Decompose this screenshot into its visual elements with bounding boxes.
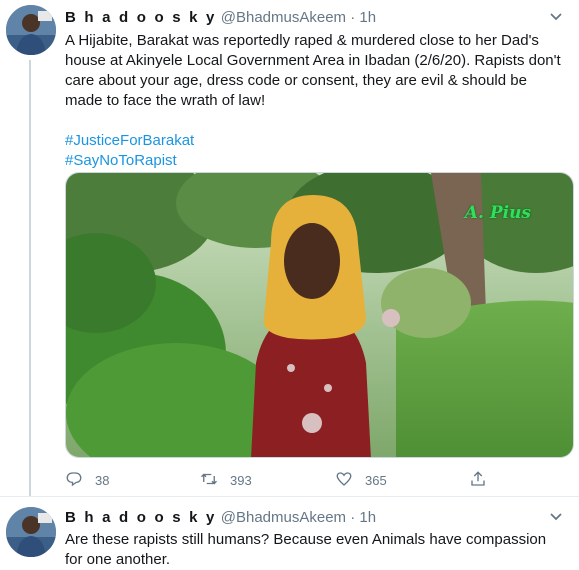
retweet-count: 393 — [230, 472, 252, 488]
user-handle[interactable]: @BhadmusAkeem — [221, 509, 346, 526]
share-button[interactable] — [469, 470, 487, 491]
chevron-down-icon[interactable] — [549, 10, 563, 25]
tweet-1[interactable]: B h a d o o s k y @BhadmusAkeem · 1h A H… — [0, 0, 579, 497]
timestamp[interactable]: 1h — [359, 9, 376, 26]
reply-button[interactable]: 38 — [65, 470, 200, 491]
tweet-header: B h a d o o s k y @BhadmusAkeem · 1h — [65, 509, 376, 526]
separator-dot: · — [350, 9, 356, 26]
tweet-actions: 38 393 365 — [65, 470, 487, 490]
separator-dot: · — [350, 509, 356, 526]
tweet-body: A Hijabite, Barakat was reportedly raped… — [65, 32, 561, 109]
retweet-icon — [200, 470, 218, 491]
reply-count: 38 — [95, 472, 110, 488]
photo-watermark: A. Pius — [464, 203, 531, 223]
display-name[interactable]: B h a d o o s k y — [65, 9, 217, 26]
tweet-header: B h a d o o s k y @BhadmusAkeem · 1h — [65, 9, 376, 26]
avatar[interactable] — [6, 507, 56, 557]
hashtag-justiceforbarakat[interactable]: #JusticeForBarakat — [65, 131, 565, 151]
share-icon — [469, 470, 487, 491]
tweet-2[interactable]: B h a d o o s k y @BhadmusAkeem · 1h Are… — [0, 497, 579, 570]
avatar[interactable] — [6, 5, 56, 55]
display-name[interactable]: B h a d o o s k y — [65, 509, 217, 526]
hashtag-saynotorapist[interactable]: #SayNoToRapist — [65, 151, 565, 171]
like-button[interactable]: 365 — [335, 470, 469, 491]
like-count: 365 — [365, 472, 387, 488]
user-handle[interactable]: @BhadmusAkeem — [221, 9, 346, 26]
chevron-down-icon[interactable] — [549, 510, 563, 525]
tweet-photo[interactable]: A. Pius — [65, 172, 574, 458]
heart-icon — [335, 470, 353, 491]
tweet-text: A Hijabite, Barakat was reportedly raped… — [65, 31, 565, 171]
thread-line — [29, 60, 31, 496]
reply-icon — [65, 470, 83, 491]
tweet-body: Are these rapists still humans? Because … — [65, 531, 547, 568]
timestamp[interactable]: 1h — [359, 509, 376, 526]
retweet-button[interactable]: 393 — [200, 470, 335, 491]
